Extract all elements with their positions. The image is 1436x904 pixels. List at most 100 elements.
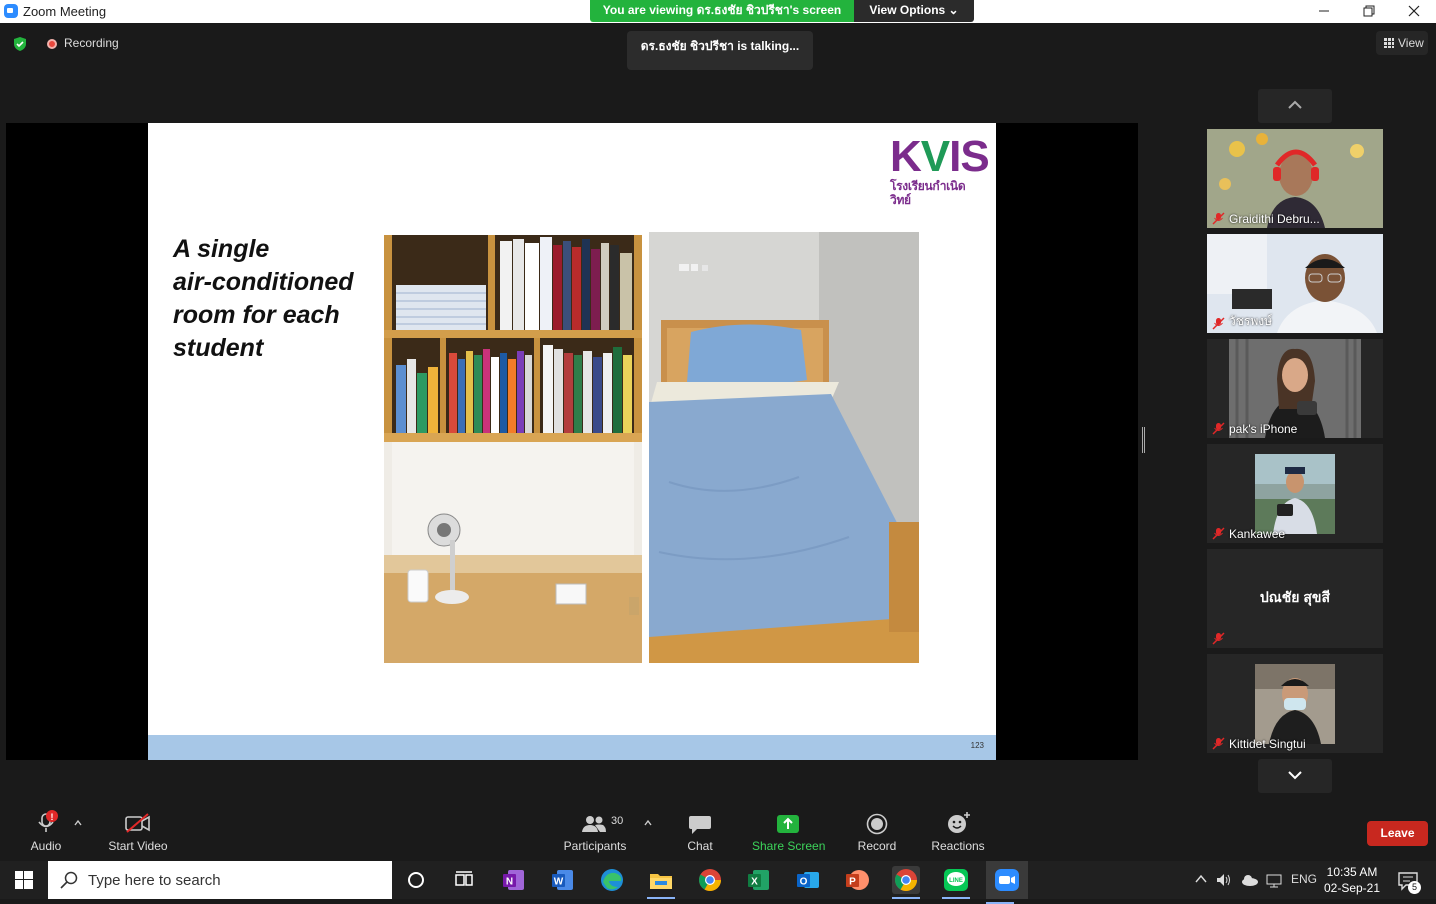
svg-text:X: X [751, 877, 758, 888]
reactions-icon [948, 812, 970, 833]
active-speaker-indicator: ดร.ธงชัย ชิวปรีชา is talking... [627, 31, 813, 70]
search-placeholder: Type here to search [88, 872, 221, 889]
volume-icon[interactable] [1215, 872, 1233, 888]
recording-label: Recording [64, 36, 119, 50]
kvis-logo: KVIS โรงเรียนกำเนิดวิทย์ [890, 132, 990, 208]
svg-text:P: P [849, 877, 856, 888]
muted-mic-icon [1212, 527, 1225, 540]
grid-view-icon [1384, 38, 1394, 48]
chat-label: Chat [687, 839, 713, 853]
slide-heading-line: A single [173, 235, 270, 263]
share-screen-label: Share Screen [752, 839, 826, 853]
start-video-button[interactable]: Start Video [106, 810, 170, 855]
file-explorer-icon[interactable] [647, 866, 675, 899]
view-toggle-label: View [1398, 36, 1424, 50]
viewing-screen-banner: You are viewing ดร.ธงชัย ชิวปรีชา's scre… [590, 0, 854, 22]
kvis-logo-text: KVIS [890, 132, 990, 181]
chevron-up-icon[interactable] [1194, 872, 1208, 886]
share-screen-button[interactable]: Share Screen [752, 810, 826, 855]
muted-mic-icon [1212, 737, 1225, 750]
participants-count: 30 [611, 815, 624, 827]
line-icon[interactable]: LINE [942, 866, 970, 899]
zoom-logo-icon [4, 4, 18, 18]
record-button[interactable]: Record [855, 810, 899, 855]
reactions-label: Reactions [931, 839, 985, 853]
kvis-logo-subtext: โรงเรียนกำเนิดวิทย์ [890, 179, 966, 207]
participant-tile[interactable]: ปณชัย สุขสี [1207, 549, 1383, 648]
chevron-up-icon [1288, 100, 1302, 109]
onedrive-icon[interactable] [1241, 872, 1259, 888]
slide-heading-line: air-conditioned [173, 268, 354, 296]
language-indicator[interactable]: ENG [1291, 872, 1317, 886]
participant-display-name: ปณชัย สุขสี [1259, 589, 1331, 605]
participants-button[interactable]: 30 Participants [563, 810, 627, 855]
minimize-icon[interactable] [1301, 0, 1347, 23]
video-off-icon [125, 813, 150, 833]
slide-heading: A single air-conditioned room for each s… [173, 233, 373, 365]
onenote-icon[interactable]: N [500, 866, 528, 894]
notification-count: 5 [1408, 881, 1421, 894]
task-view-icon[interactable] [450, 866, 478, 894]
view-options-button[interactable]: View Options ⌄ [854, 0, 974, 22]
audio-button[interactable]: ! Audio [25, 810, 67, 855]
restore-icon[interactable] [1346, 0, 1392, 23]
participants-options-caret-icon[interactable] [643, 818, 653, 828]
taskbar-clock[interactable]: 10:35 AM 02-Sep-21 [1322, 864, 1382, 896]
windows-start-button[interactable] [0, 861, 48, 899]
chrome-icon[interactable] [892, 866, 920, 899]
windows-taskbar: Type here to search N W X O P LINE ENG 1… [0, 861, 1436, 904]
participant-tile[interactable]: วัชรพงษ์ [1207, 234, 1383, 333]
leave-button[interactable]: Leave [1367, 821, 1428, 846]
chrome-icon[interactable] [696, 866, 724, 894]
muted-mic-icon [1212, 632, 1225, 645]
gallery-scroll-down-button[interactable] [1258, 759, 1332, 793]
participant-name: Kankawee [1229, 527, 1286, 541]
slide-heading-line: student [173, 334, 264, 362]
participant-tile[interactable]: Kittidet Singtui [1207, 654, 1383, 753]
participant-name: วัชรพงษ์ [1229, 314, 1273, 328]
view-toggle-button[interactable]: View [1376, 31, 1428, 55]
record-icon [866, 813, 888, 835]
slide-page-number: 123 [970, 741, 984, 750]
share-screen-icon [777, 815, 799, 833]
participants-icon [582, 816, 606, 832]
powerpoint-icon[interactable]: P [843, 866, 871, 894]
chat-button[interactable]: Chat [680, 810, 720, 855]
security-shield-icon[interactable] [12, 36, 28, 52]
close-icon[interactable] [1391, 0, 1436, 23]
word-icon[interactable]: W [549, 866, 577, 894]
excel-icon[interactable]: X [745, 866, 773, 894]
meeting-toolbar: ! Audio Start Video 30 Participants Chat… [0, 800, 1436, 860]
edge-icon[interactable] [598, 866, 626, 894]
clock-date: 02-Sep-21 [1323, 881, 1381, 895]
svg-text:O: O [800, 877, 808, 888]
participant-tile[interactable]: pak's iPhone [1207, 339, 1383, 438]
slide-heading-line: room for each [173, 301, 340, 329]
participant-name: Kittidet Singtui [1229, 737, 1306, 751]
notifications-button[interactable]: 5 [1396, 869, 1421, 894]
muted-mic-icon [1212, 317, 1225, 330]
network-icon[interactable] [1265, 872, 1283, 888]
reactions-button[interactable]: Reactions [928, 810, 988, 855]
gallery-scroll-up-button[interactable] [1258, 89, 1332, 123]
audio-label: Audio [30, 839, 62, 853]
record-label: Record [857, 839, 897, 853]
audio-options-caret-icon[interactable] [73, 818, 83, 828]
outlook-icon[interactable]: O [794, 866, 822, 894]
taskbar-search-box[interactable]: Type here to search [48, 861, 392, 899]
svg-text:W: W [554, 877, 564, 888]
resize-handle[interactable] [1142, 427, 1145, 453]
alert-badge-icon: ! [46, 810, 58, 822]
participant-tile[interactable]: Graidithi Debru... [1207, 129, 1383, 228]
muted-mic-icon [1212, 212, 1225, 225]
bookshelf-photo [384, 235, 642, 663]
svg-text:!: ! [51, 812, 54, 822]
windows-logo-icon [15, 871, 33, 889]
svg-text:N: N [506, 877, 513, 888]
slide-footer-bar: 123 [148, 735, 996, 760]
zoom-icon[interactable] [986, 861, 1028, 904]
cortana-icon[interactable] [402, 866, 430, 894]
recording-icon [47, 39, 57, 49]
participant-name: pak's iPhone [1229, 422, 1298, 436]
participant-tile[interactable]: Kankawee [1207, 444, 1383, 543]
